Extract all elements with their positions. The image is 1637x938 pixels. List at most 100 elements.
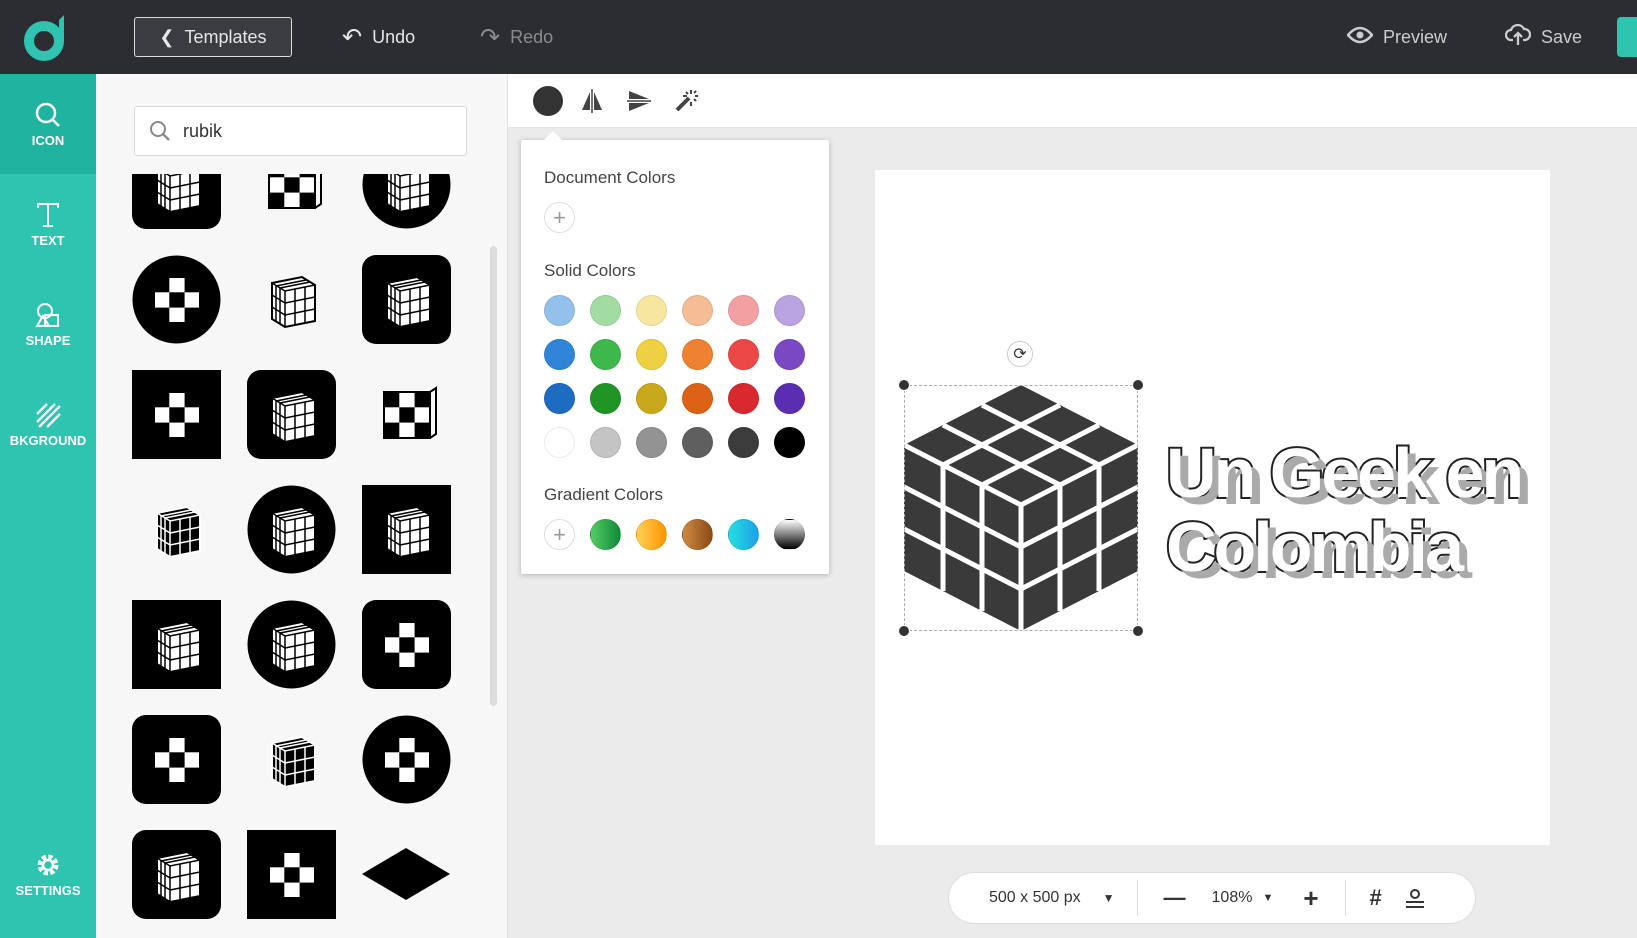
flip-horizontal-icon[interactable]	[579, 88, 605, 114]
zoom-out-button[interactable]: —	[1164, 885, 1186, 911]
preview-button[interactable]: Preview	[1346, 17, 1448, 57]
save-button[interactable]: Save	[1504, 17, 1583, 57]
gradient-swatch[interactable]	[682, 519, 713, 550]
sidebar-item-background[interactable]: BKGROUND	[0, 374, 96, 474]
color-swatch[interactable]	[636, 295, 667, 326]
icon-result-cube-circle-dark[interactable]	[247, 600, 336, 689]
resize-handle-top-left[interactable]	[898, 379, 910, 391]
icon-result-cube-rounded[interactable]	[247, 370, 336, 459]
color-swatch[interactable]	[728, 427, 759, 458]
color-swatch[interactable]	[590, 427, 621, 458]
icon-result-cube-rounded[interactable]	[362, 255, 451, 344]
document-colors-heading: Document Colors	[544, 168, 676, 187]
color-swatch[interactable]	[728, 339, 759, 370]
download-button[interactable]	[1617, 17, 1637, 57]
color-popover: Document Colors + Solid Colors Gradient …	[521, 131, 829, 574]
redo-icon: ↷	[480, 23, 501, 51]
align-icon[interactable]	[1404, 887, 1426, 909]
color-swatch[interactable]	[682, 383, 713, 414]
magic-wand-icon[interactable]	[673, 88, 699, 114]
icon-result-checker-cube[interactable]	[247, 174, 336, 229]
color-picker-button[interactable]	[533, 86, 563, 116]
size-dropdown-icon[interactable]: ▼	[1103, 891, 1115, 905]
icon-result-checker-rounded[interactable]	[362, 600, 451, 689]
panel-scrollbar[interactable]	[490, 246, 497, 706]
color-swatch[interactable]	[774, 339, 805, 370]
sidebar-item-icon[interactable]: ICON	[0, 74, 96, 174]
color-swatch[interactable]	[636, 427, 667, 458]
chevron-left-icon: ❮	[159, 26, 175, 47]
color-swatch[interactable]	[728, 295, 759, 326]
color-swatch[interactable]	[544, 339, 575, 370]
icon-result-checker-square[interactable]	[132, 370, 221, 459]
undo-icon: ↶	[342, 23, 363, 51]
color-swatch[interactable]	[774, 427, 805, 458]
sidebar-item-shape[interactable]: SHAPE	[0, 274, 96, 374]
search-input[interactable]	[183, 120, 443, 142]
icon-result-cube-rounded[interactable]	[132, 830, 221, 919]
undo-button[interactable]: ↶ Undo	[342, 17, 415, 57]
color-swatch[interactable]	[590, 295, 621, 326]
rotate-handle-icon[interactable]: ⟳	[1007, 341, 1033, 367]
icon-result-cube-dark[interactable]	[132, 485, 221, 574]
add-gradient-color-button[interactable]: +	[544, 519, 575, 550]
icon-result-checker-circle[interactable]	[362, 715, 451, 804]
icon-result-diamond[interactable]	[362, 830, 451, 919]
color-swatch[interactable]	[590, 339, 621, 370]
gradient-swatch[interactable]	[774, 519, 805, 550]
color-swatch[interactable]	[590, 383, 621, 414]
redo-button[interactable]: ↷ Redo	[480, 17, 553, 57]
color-swatch[interactable]	[774, 383, 805, 414]
color-swatch[interactable]	[682, 339, 713, 370]
selection-box	[904, 385, 1138, 631]
color-swatch[interactable]	[544, 295, 575, 326]
brand-line-2: Colombia	[1164, 508, 1466, 586]
canvas-size-select[interactable]: 500 x 500 px	[989, 889, 1081, 907]
solid-colors-heading: Solid Colors	[544, 261, 636, 280]
templates-button[interactable]: ❮ Templates	[134, 17, 292, 57]
redo-label: Redo	[510, 26, 554, 47]
color-swatch[interactable]	[682, 427, 713, 458]
icon-result-checker-circle[interactable]	[132, 255, 221, 344]
icon-result-cube-square[interactable]	[362, 485, 451, 574]
resize-handle-top-right[interactable]	[1132, 379, 1144, 391]
add-document-color-button[interactable]: +	[544, 202, 575, 233]
preview-label: Preview	[1383, 26, 1448, 47]
color-swatch[interactable]	[774, 295, 805, 326]
icon-result-checker-rounded[interactable]	[132, 715, 221, 804]
templates-label: Templates	[184, 26, 267, 47]
gradient-swatch[interactable]	[728, 519, 759, 550]
icon-result-cube-rounded[interactable]	[132, 174, 221, 229]
color-swatch[interactable]	[728, 383, 759, 414]
app-logo[interactable]	[22, 12, 72, 62]
resize-handle-bottom-left[interactable]	[898, 625, 910, 637]
color-swatch[interactable]	[544, 383, 575, 414]
color-swatch[interactable]	[636, 383, 667, 414]
gradient-swatch[interactable]	[590, 519, 621, 550]
zoom-dropdown-icon[interactable]: ▼	[1262, 892, 1273, 904]
search-box[interactable]	[134, 106, 467, 156]
sidebar-item-text[interactable]: TEXT	[0, 174, 96, 274]
flip-vertical-icon[interactable]	[626, 88, 652, 114]
eye-icon	[1346, 26, 1374, 49]
icon-result-checker-cube[interactable]	[362, 370, 451, 459]
sidebar-item-settings[interactable]: SETTINGS	[0, 824, 96, 924]
brand-text[interactable]: Un Geek en Colombia	[1164, 434, 1526, 586]
grid-icon[interactable]: #	[1370, 885, 1382, 911]
gradient-swatch[interactable]	[636, 519, 667, 550]
zoom-level-select[interactable]: 108%	[1212, 889, 1253, 907]
icon-result-cube-dark[interactable]	[247, 715, 336, 804]
color-swatch[interactable]	[682, 295, 713, 326]
resize-handle-bottom-right[interactable]	[1132, 625, 1144, 637]
save-label: Save	[1541, 26, 1583, 47]
color-swatch[interactable]	[636, 339, 667, 370]
cloud-upload-icon	[1504, 23, 1532, 51]
icon-result-cube-outline[interactable]	[247, 255, 336, 344]
icon-result-checker-square[interactable]	[247, 830, 336, 919]
undo-label: Undo	[372, 26, 416, 47]
icon-result-cube-circle[interactable]	[247, 485, 336, 574]
icon-result-cube-circle[interactable]	[362, 174, 451, 229]
zoom-in-button[interactable]: +	[1303, 883, 1318, 914]
color-swatch[interactable]	[544, 427, 575, 458]
icon-result-cube-square[interactable]	[132, 600, 221, 689]
